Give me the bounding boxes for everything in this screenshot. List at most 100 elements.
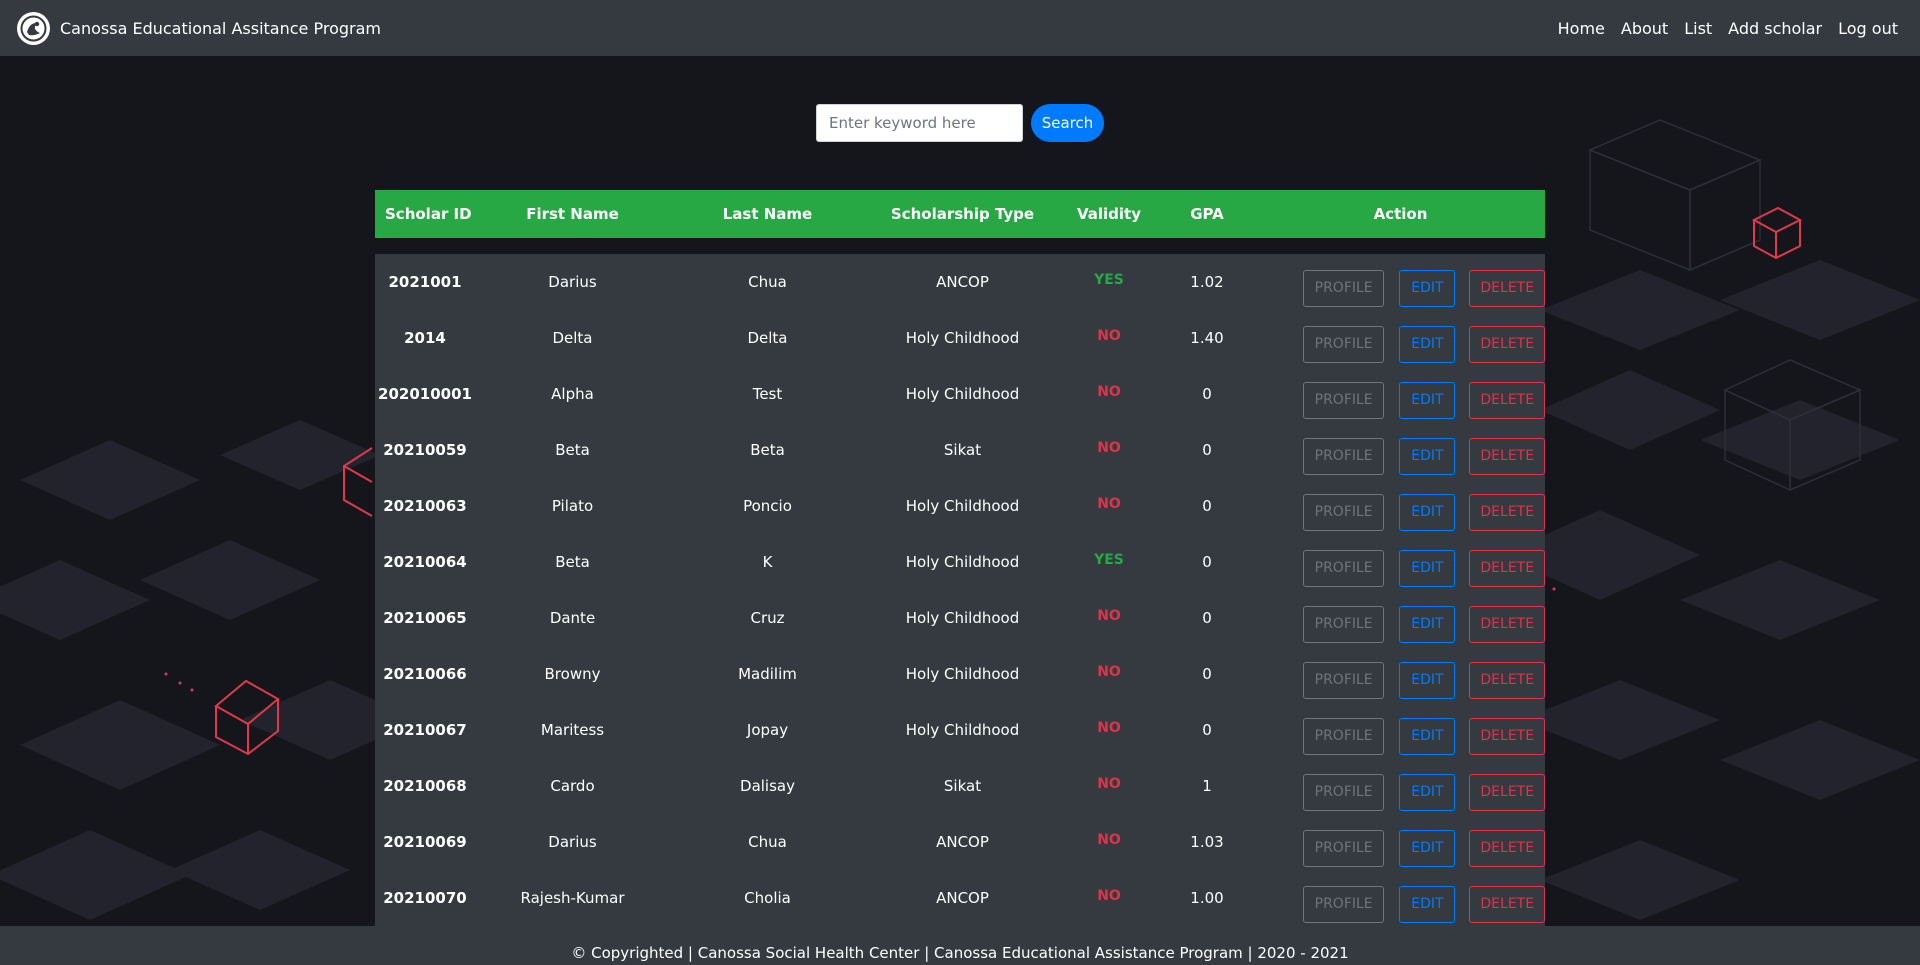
cell-scholar-id: 20210070 [383, 889, 467, 907]
edit-button[interactable]: EDIT [1399, 661, 1456, 699]
cell-actions: PROFILE EDIT DELETE [1256, 773, 1545, 811]
table-row: 20210059 Beta Beta Sikat NO 0 PROFILE EDIT DELET… [375, 422, 1545, 478]
cell-scholarship-type: ANCOP [936, 833, 989, 851]
cell-scholarship-type: Holy Childhood [905, 497, 1020, 515]
cell-first-name: Maritess [540, 721, 605, 739]
profile-button[interactable]: PROFILE [1303, 269, 1385, 307]
edit-button[interactable]: EDIT [1399, 885, 1456, 923]
header-action: Action [1373, 205, 1428, 223]
nav-add-scholar[interactable]: Add scholar [1728, 19, 1822, 38]
table-header: Scholar ID First Name Last Name Scholars… [375, 190, 1545, 238]
cell-scholar-id: 2021001 [388, 273, 462, 291]
cell-actions: PROFILE EDIT DELETE [1256, 661, 1545, 699]
cell-first-name: Alpha [551, 385, 594, 403]
cell-actions: PROFILE EDIT DELETE [1256, 549, 1545, 587]
cell-gpa: 1.02 [1190, 273, 1224, 291]
logo-icon [17, 11, 50, 45]
cell-actions: PROFILE EDIT DELETE [1256, 605, 1545, 643]
cell-first-name: Delta [552, 329, 593, 347]
profile-button[interactable]: PROFILE [1303, 325, 1385, 363]
profile-button[interactable]: PROFILE [1303, 717, 1385, 755]
nav-about[interactable]: About [1621, 19, 1668, 38]
edit-button[interactable]: EDIT [1399, 269, 1456, 307]
cell-scholarship-type: Holy Childhood [905, 721, 1020, 739]
cell-actions: PROFILE EDIT DELETE [1256, 717, 1545, 755]
cell-validity: NO [1097, 384, 1121, 400]
edit-button[interactable]: EDIT [1399, 325, 1456, 363]
edit-button[interactable]: EDIT [1399, 381, 1456, 419]
cell-gpa: 1.40 [1190, 329, 1224, 347]
cell-last-name: Beta [750, 441, 785, 459]
delete-button[interactable]: DELETE [1469, 493, 1545, 531]
profile-button[interactable]: PROFILE [1303, 381, 1385, 419]
edit-button[interactable]: EDIT [1399, 437, 1456, 475]
delete-button[interactable]: DELETE [1469, 885, 1545, 923]
cell-validity: NO [1097, 664, 1121, 680]
cell-first-name: Beta [555, 553, 590, 571]
search-input[interactable] [816, 104, 1023, 142]
cell-first-name: Darius [548, 273, 597, 291]
edit-button[interactable]: EDIT [1399, 773, 1456, 811]
profile-button[interactable]: PROFILE [1303, 437, 1385, 475]
table-row: 20210070 Rajesh-Kumar Cholia ANCOP NO 1.00 PRO… [375, 870, 1545, 926]
cell-scholarship-type: Holy Childhood [905, 553, 1020, 571]
delete-button[interactable]: DELETE [1469, 437, 1545, 475]
delete-button[interactable]: DELETE [1469, 549, 1545, 587]
brand[interactable]: Canossa Educational Assitance Program [17, 11, 381, 45]
profile-button[interactable]: PROFILE [1303, 885, 1385, 923]
search-button[interactable]: Search [1031, 104, 1104, 142]
profile-button[interactable]: PROFILE [1303, 773, 1385, 811]
cell-validity: NO [1097, 328, 1121, 344]
delete-button[interactable]: DELETE [1469, 717, 1545, 755]
profile-button[interactable]: PROFILE [1303, 549, 1385, 587]
table-row: 20210068 Cardo Dalisay Sikat NO 1 PROFILE EDIT D… [375, 758, 1545, 814]
delete-button[interactable]: DELETE [1469, 381, 1545, 419]
cell-first-name: Dante [549, 609, 596, 627]
profile-button[interactable]: PROFILE [1303, 493, 1385, 531]
profile-button[interactable]: PROFILE [1303, 829, 1385, 867]
profile-button[interactable]: PROFILE [1303, 661, 1385, 699]
brand-title: Canossa Educational Assitance Program [60, 18, 381, 38]
delete-button[interactable]: DELETE [1469, 325, 1545, 363]
nav-home[interactable]: Home [1558, 19, 1605, 38]
delete-button[interactable]: DELETE [1469, 269, 1545, 307]
delete-button[interactable]: DELETE [1469, 661, 1545, 699]
cell-first-name: Darius [548, 833, 597, 851]
scholar-table: Scholar ID First Name Last Name Scholars… [375, 190, 1545, 932]
nav-links: Home About List Add scholar Log out [1558, 19, 1898, 38]
cell-gpa: 0 [1202, 553, 1212, 571]
cell-scholar-id: 20210059 [383, 441, 467, 459]
edit-button[interactable]: EDIT [1399, 493, 1456, 531]
table-row: 20210067 Maritess Jopay Holy Childhood NO 0 PR… [375, 702, 1545, 758]
cell-last-name: Jopay [746, 721, 789, 739]
header-scholarship-type: Scholarship Type [890, 205, 1035, 223]
cell-last-name: Chua [748, 833, 787, 851]
nav-log-out[interactable]: Log out [1838, 19, 1898, 38]
cell-last-name: Cholia [744, 889, 791, 907]
nav-list[interactable]: List [1684, 19, 1712, 38]
cell-last-name: Dalisay [740, 777, 795, 795]
cell-last-name: K [762, 553, 773, 571]
edit-button[interactable]: EDIT [1399, 829, 1456, 867]
edit-button[interactable]: EDIT [1399, 717, 1456, 755]
delete-button[interactable]: DELETE [1469, 605, 1545, 643]
header-gpa: GPA [1190, 205, 1224, 223]
cell-gpa: 0 [1202, 385, 1212, 403]
cell-actions: PROFILE EDIT DELETE [1256, 493, 1545, 531]
cell-gpa: 1.00 [1190, 889, 1224, 907]
cell-last-name: Delta [747, 329, 788, 347]
table-row: 20210066 Browny Madilim Holy Childhood NO 0 PR… [375, 646, 1545, 702]
cell-scholarship-type: Holy Childhood [905, 609, 1020, 627]
delete-button[interactable]: DELETE [1469, 773, 1545, 811]
edit-button[interactable]: EDIT [1399, 549, 1456, 587]
table-body: 2021001 Darius Chua ANCOP YES 1.02 PROFILE EDIT… [375, 254, 1545, 932]
delete-button[interactable]: DELETE [1469, 829, 1545, 867]
edit-button[interactable]: EDIT [1399, 605, 1456, 643]
cell-scholar-id: 20210066 [383, 665, 467, 683]
cell-scholarship-type: ANCOP [936, 889, 989, 907]
profile-button[interactable]: PROFILE [1303, 605, 1385, 643]
table-row: 2021001 Darius Chua ANCOP YES 1.02 PROFILE EDIT… [375, 254, 1545, 310]
header-scholar-id: Scholar ID [385, 205, 472, 223]
cell-scholarship-type: Holy Childhood [905, 665, 1020, 683]
search-bar: Search [816, 104, 1104, 142]
